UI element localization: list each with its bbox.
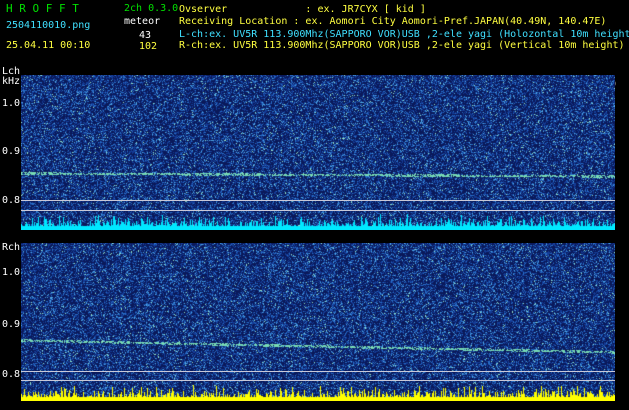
lch-unit: kHz (2, 76, 21, 87)
location-line: Receiving Location : ex. Aomori City Aom… (179, 16, 607, 27)
lch-tick-0-9: 0.9 (2, 146, 21, 157)
rch-spectrogram (21, 243, 615, 401)
rch-count: 102 (139, 41, 158, 52)
mode-label: 2ch 0.3.0 (124, 3, 179, 14)
rch-guide-line (21, 371, 615, 372)
rch-info-line: R-ch:ex. UV5R 113.900Mhz(SAPPORO VOR)USB… (179, 40, 625, 51)
observer-line: Ovserver : ex. JR7CYX [ kid ] (179, 4, 426, 15)
rch-tick-1-0: 1.0 (2, 267, 21, 278)
datetime-label: 25.04.11 00:10 (6, 40, 91, 51)
lch-guide-line (21, 210, 615, 211)
lch-spectrogram (21, 75, 615, 230)
app-title: H R O F F T (6, 2, 79, 15)
rch-guide-line (21, 380, 615, 381)
rch-label: Rch (2, 242, 21, 253)
filename-label: 2504110010.png (6, 20, 91, 31)
meteor-label: meteor (124, 16, 161, 27)
lch-guide-line (21, 200, 615, 201)
lch-tick-1-0: 1.0 (2, 98, 21, 109)
rch-tick-0-9: 0.9 (2, 319, 21, 330)
lch-tick-0-8: 0.8 (2, 195, 21, 206)
rch-tick-0-8: 0.8 (2, 369, 21, 380)
